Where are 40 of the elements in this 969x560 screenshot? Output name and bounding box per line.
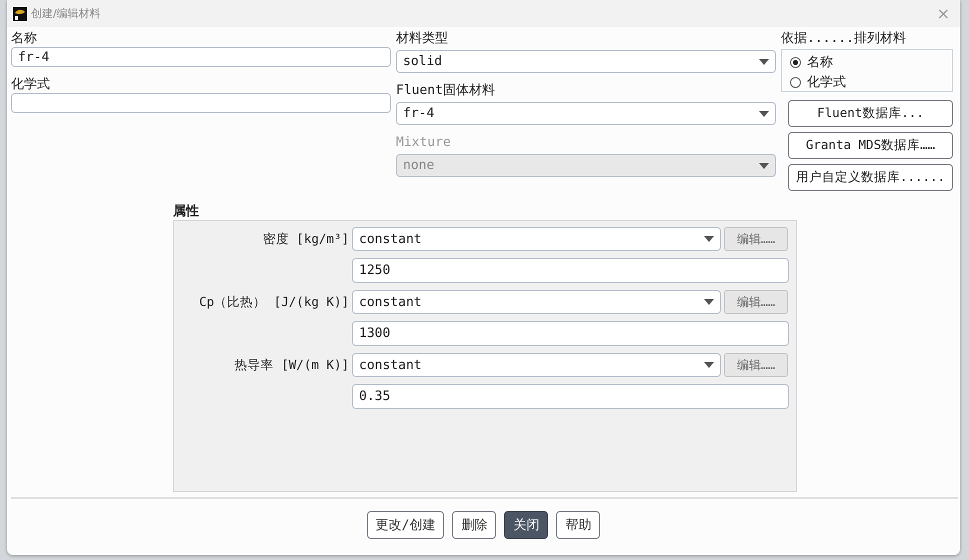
value-field[interactable]: 1300 <box>352 321 789 346</box>
edit-button[interactable]: 编辑…… <box>724 290 788 314</box>
database-button[interactable]: Fluent数据库... <box>788 100 953 127</box>
caret-icon <box>704 236 714 242</box>
formula-field[interactable] <box>11 93 391 113</box>
field-label: 名称 <box>11 31 38 47</box>
section-title: 属性 <box>173 204 200 220</box>
edit-button[interactable]: 编辑…… <box>724 227 788 251</box>
property-label: 密度 [kg/m³] <box>262 230 349 248</box>
field-label: 材料类型 <box>396 31 449 47</box>
app-icon <box>13 6 27 20</box>
method-dropdown[interactable]: constant <box>352 353 721 377</box>
field-label: Fluent固体材料 <box>396 83 496 99</box>
edit-button[interactable]: 编辑…… <box>724 353 788 377</box>
caret-icon <box>704 362 714 368</box>
field-label: 化学式 <box>11 77 51 93</box>
radio-option[interactable]: 名称 <box>790 53 944 71</box>
dialog-button[interactable]: 更改/创建 <box>366 511 444 539</box>
caret-icon <box>759 162 769 168</box>
dropdown[interactable]: solid <box>396 50 776 73</box>
dialog-button[interactable]: 关闭 <box>504 511 548 539</box>
dropdown[interactable]: fr-4 <box>396 102 776 125</box>
method-dropdown[interactable]: constant <box>352 290 721 314</box>
dialog-button[interactable]: 帮助 <box>556 511 600 539</box>
value-field[interactable]: 0.35 <box>352 384 789 409</box>
property-label: Cp（比热） [J/(kg K)] <box>198 294 349 310</box>
group-label: 依据......排列材料 <box>781 31 907 47</box>
name-field[interactable]: fr-4 <box>11 47 391 67</box>
value-field[interactable]: 1250 <box>352 258 789 283</box>
caret-icon <box>759 58 769 64</box>
field-label: Mixture <box>396 135 452 151</box>
caret-icon <box>759 110 769 116</box>
caret-icon <box>704 299 714 305</box>
window-title: 创建/编辑材料 <box>31 6 102 21</box>
dialog-button[interactable]: 删除 <box>452 511 496 539</box>
radio-option[interactable]: 化学式 <box>790 73 944 91</box>
method-dropdown[interactable]: constant <box>352 227 721 251</box>
property-label: 热导率 [W/(m K)] <box>234 356 349 374</box>
database-button[interactable]: 用户自定义数据库...... <box>788 164 953 191</box>
database-button[interactable]: Granta MDS数据库…… <box>788 132 953 159</box>
